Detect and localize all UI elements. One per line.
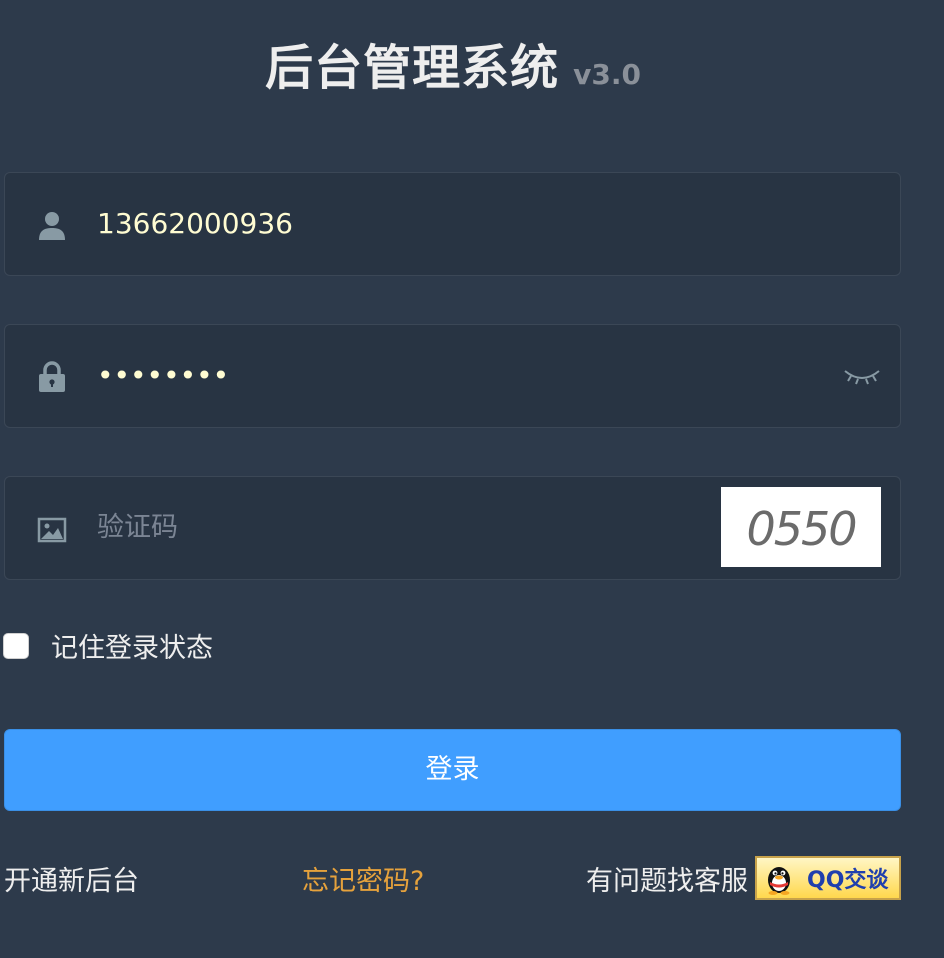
help-text: 有问题找客服 (586, 866, 748, 897)
captcha-field[interactable]: 验证码 0550 (4, 476, 901, 580)
login-page: 后台管理系统 v3.0 13662000936 •••••••• 验证码 055… (0, 0, 944, 958)
image-icon (37, 513, 67, 545)
remember-label: 记住登录状态 (51, 633, 213, 664)
username-value[interactable]: 13662000936 (97, 173, 293, 275)
remember-checkbox[interactable] (3, 632, 29, 659)
version-label: v3.0 (573, 58, 641, 91)
captcha-input[interactable]: 验证码 (97, 477, 178, 579)
forgot-password-link[interactable]: 忘记密码? (302, 855, 424, 909)
page-title: 后台管理系统 (265, 40, 560, 96)
password-field[interactable]: •••••••• (4, 324, 901, 428)
password-value[interactable]: •••••••• (97, 325, 229, 427)
remember-me[interactable]: 记住登录状态 (3, 626, 213, 665)
lock-icon (37, 361, 67, 393)
login-button[interactable]: 登录 (4, 729, 901, 811)
page-header: 后台管理系统 v3.0 (0, 28, 906, 98)
qq-chat-button[interactable]: QQ交谈 (755, 856, 901, 900)
qq-penguin-icon (761, 860, 797, 896)
qq-chat-label: QQ交谈 (807, 868, 889, 893)
open-new-backend-link[interactable]: 开通新后台 (4, 855, 139, 909)
captcha-image[interactable]: 0550 (721, 487, 881, 567)
eye-closed-icon[interactable] (842, 365, 882, 389)
user-icon (37, 209, 67, 241)
footer-links: 开通新后台 忘记密码? 有问题找客服 QQ交谈 (0, 855, 906, 905)
username-field[interactable]: 13662000936 (4, 172, 901, 276)
